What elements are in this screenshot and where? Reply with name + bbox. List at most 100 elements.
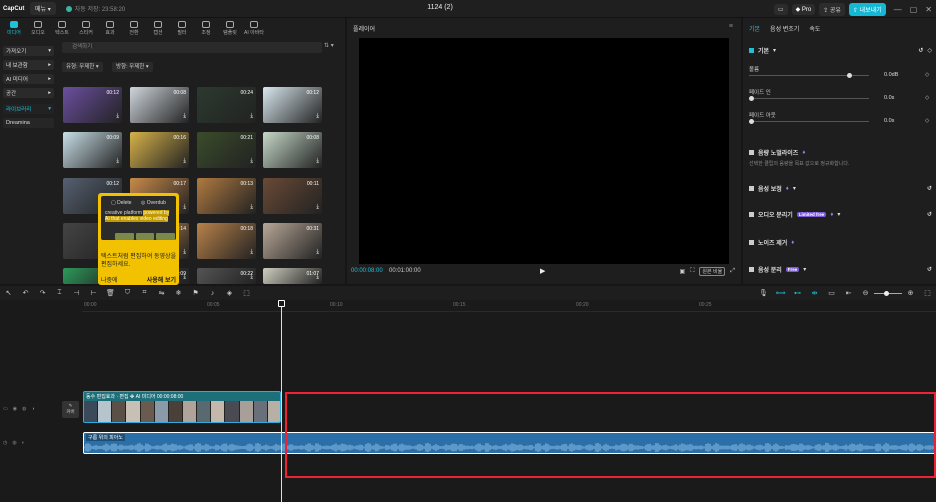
fade-out-slider[interactable] xyxy=(749,119,869,124)
download-icon[interactable]: ⤓ xyxy=(316,274,319,281)
layout-icon[interactable]: ▭ xyxy=(773,4,788,15)
cover-button[interactable]: ✎ 커버 xyxy=(62,401,79,418)
lock-icon[interactable]: ◷ xyxy=(3,440,7,446)
keyframe-icon[interactable]: ◇ xyxy=(925,72,929,78)
download-icon[interactable]: ⤓ xyxy=(250,158,253,165)
volume-icon[interactable]: ◐ xyxy=(22,440,25,446)
video-clip[interactable]: 동수 편집효과 · 편집 ✤ AI 미디어 00:00:08:00 xyxy=(83,391,281,423)
media-thumbnail[interactable]: 00:13 ⤓ xyxy=(197,178,256,214)
pro-button[interactable]: ◆ Pro xyxy=(791,4,816,15)
eye-icon[interactable]: ◉ xyxy=(13,406,17,412)
denoise-checkbox[interactable] xyxy=(749,240,754,245)
player-menu-icon[interactable]: ≡ xyxy=(729,23,733,30)
media-thumbnail[interactable]: 01:07 ⤓ xyxy=(263,268,322,284)
undo-icon[interactable]: ↶ xyxy=(17,289,34,297)
reset-icon[interactable]: ↺ xyxy=(927,211,932,218)
link-icon[interactable]: ⟺ xyxy=(772,289,789,297)
audio-clip[interactable]: 구름 위의 피아노 xyxy=(83,432,936,454)
zoom-knob[interactable] xyxy=(884,290,889,296)
tab-audio[interactable]: 오디오 xyxy=(26,20,50,36)
magnet-icon[interactable]: ⊷ xyxy=(789,289,806,297)
fade-out-value[interactable]: 0.0s xyxy=(884,118,894,124)
type-filter[interactable]: 유형: 무제한 ▾ xyxy=(62,62,103,72)
tab-template[interactable]: 템플릿 xyxy=(218,20,242,36)
mirror-icon[interactable]: ⇋ xyxy=(153,289,170,297)
media-thumbnail[interactable]: 00:12 ⤓ xyxy=(63,87,122,123)
media-thumbnail[interactable]: 00:08 ⤓ xyxy=(263,132,322,168)
zoom-in-icon[interactable]: ⊕ xyxy=(902,289,919,297)
mark-icon[interactable]: ⬚ xyxy=(238,289,255,297)
download-icon[interactable]: ⤓ xyxy=(116,158,119,165)
zoom-fit-icon[interactable]: ⛶ xyxy=(690,268,694,275)
mute-icon[interactable]: ◍ xyxy=(12,440,16,446)
download-icon[interactable]: ⤓ xyxy=(183,204,186,211)
tab-speed[interactable]: 속도 xyxy=(809,24,820,33)
visibility-icon[interactable]: ◑ xyxy=(31,406,34,412)
media-thumbnail[interactable]: 00:08 ⤓ xyxy=(130,87,189,123)
menu-button[interactable]: 메뉴 ▾ xyxy=(30,2,56,15)
separate-checkbox[interactable] xyxy=(749,267,754,272)
snapshot-icon[interactable]: ▣ xyxy=(680,268,686,275)
later-button[interactable]: 나중에 xyxy=(101,275,118,284)
fade-out-knob[interactable] xyxy=(749,119,754,124)
media-thumbnail[interactable]: 00:22 ⤓ xyxy=(197,268,256,284)
tab-text[interactable]: 텍스트 xyxy=(50,20,74,36)
tab-avatar[interactable]: AI 아바타 xyxy=(242,20,266,36)
orientation-filter[interactable]: 방향: 무제한 ▾ xyxy=(112,62,153,72)
tab-transition[interactable]: 전환 xyxy=(122,20,146,36)
align-icon[interactable]: ⇤ xyxy=(840,289,857,297)
media-thumbnail[interactable]: 00:21 ⤓ xyxy=(197,132,256,168)
download-icon[interactable]: ⤓ xyxy=(316,158,319,165)
media-thumbnail[interactable]: 00:12 ⤓ xyxy=(263,87,322,123)
volume-slider[interactable] xyxy=(749,73,869,78)
fit-icon[interactable]: ⬚ xyxy=(919,289,936,297)
close-icon[interactable]: ✕ xyxy=(925,5,932,14)
tab-caption[interactable]: 캡션 xyxy=(146,20,170,36)
split-right-icon[interactable]: ⊢ xyxy=(85,289,102,297)
tab-media[interactable]: 미디어 xyxy=(2,20,26,36)
maximize-icon[interactable]: ▢ xyxy=(910,5,918,14)
volume-value[interactable]: 0.0dB xyxy=(884,72,898,78)
transform-icon[interactable]: ◈ xyxy=(221,289,238,297)
tab-voice-changer[interactable]: 음성 변조기 xyxy=(770,24,799,33)
download-icon[interactable]: ⤓ xyxy=(183,113,186,120)
media-thumbnail[interactable]: 00:09 ⤓ xyxy=(63,132,122,168)
speed-icon[interactable]: ⚑ xyxy=(187,289,204,297)
media-thumbnail[interactable]: 00:18 ⤓ xyxy=(197,223,256,259)
keyframe-icon[interactable]: ◇ xyxy=(927,47,932,54)
reset-icon[interactable]: ↺ xyxy=(927,185,932,192)
split-icon[interactable]: ⌶ xyxy=(51,289,68,297)
side-nav-item[interactable]: 공간 ▸ xyxy=(3,88,54,98)
select-icon[interactable]: ↖ xyxy=(0,289,17,297)
basic-checkbox[interactable] xyxy=(749,48,754,53)
side-nav-item[interactable]: 라이브러리 ▾ xyxy=(3,104,54,114)
fade-in-value[interactable]: 0.0s xyxy=(884,95,894,101)
reset-icon[interactable]: ↺ xyxy=(918,47,923,54)
tab-effects[interactable]: 효과 xyxy=(98,20,122,36)
reset-icon[interactable]: ↺ xyxy=(927,266,932,273)
mic-icon[interactable]: 🎙 xyxy=(755,289,772,297)
media-thumbnail[interactable]: 00:24 ⤓ xyxy=(197,87,256,123)
keyframe-icon[interactable]: ◇ xyxy=(925,95,929,101)
media-thumbnail[interactable]: 00:31 ⤓ xyxy=(263,223,322,259)
isolate-checkbox[interactable] xyxy=(749,212,754,217)
try-button[interactable]: 사용해 보기 xyxy=(147,275,176,284)
download-icon[interactable]: ⤓ xyxy=(183,249,186,256)
download-icon[interactable]: ⤓ xyxy=(316,249,319,256)
download-icon[interactable]: ⤓ xyxy=(316,204,319,211)
preview-axis-icon[interactable]: ⇹ xyxy=(806,289,823,297)
side-nav-item[interactable]: Dreamina xyxy=(3,118,54,128)
media-thumbnail[interactable]: 00:16 ⤓ xyxy=(130,132,189,168)
normalize-checkbox[interactable] xyxy=(749,150,754,155)
freeze-icon[interactable]: ❄ xyxy=(170,289,187,297)
download-icon[interactable]: ⤓ xyxy=(316,113,319,120)
side-nav-item[interactable]: 내 보관함 ▸ xyxy=(3,60,54,70)
delete-icon[interactable]: 🗑 xyxy=(102,289,119,297)
enhance-checkbox[interactable] xyxy=(749,186,754,191)
fade-in-slider[interactable] xyxy=(749,96,869,101)
split-left-icon[interactable]: ⊣ xyxy=(68,289,85,297)
play-icon[interactable]: ▶ xyxy=(540,267,545,275)
fullscreen-icon[interactable]: ⤢ xyxy=(730,268,735,275)
tab-basic[interactable]: 기본 xyxy=(749,24,760,33)
share-button[interactable]: ⇪ 공유 xyxy=(819,3,845,16)
